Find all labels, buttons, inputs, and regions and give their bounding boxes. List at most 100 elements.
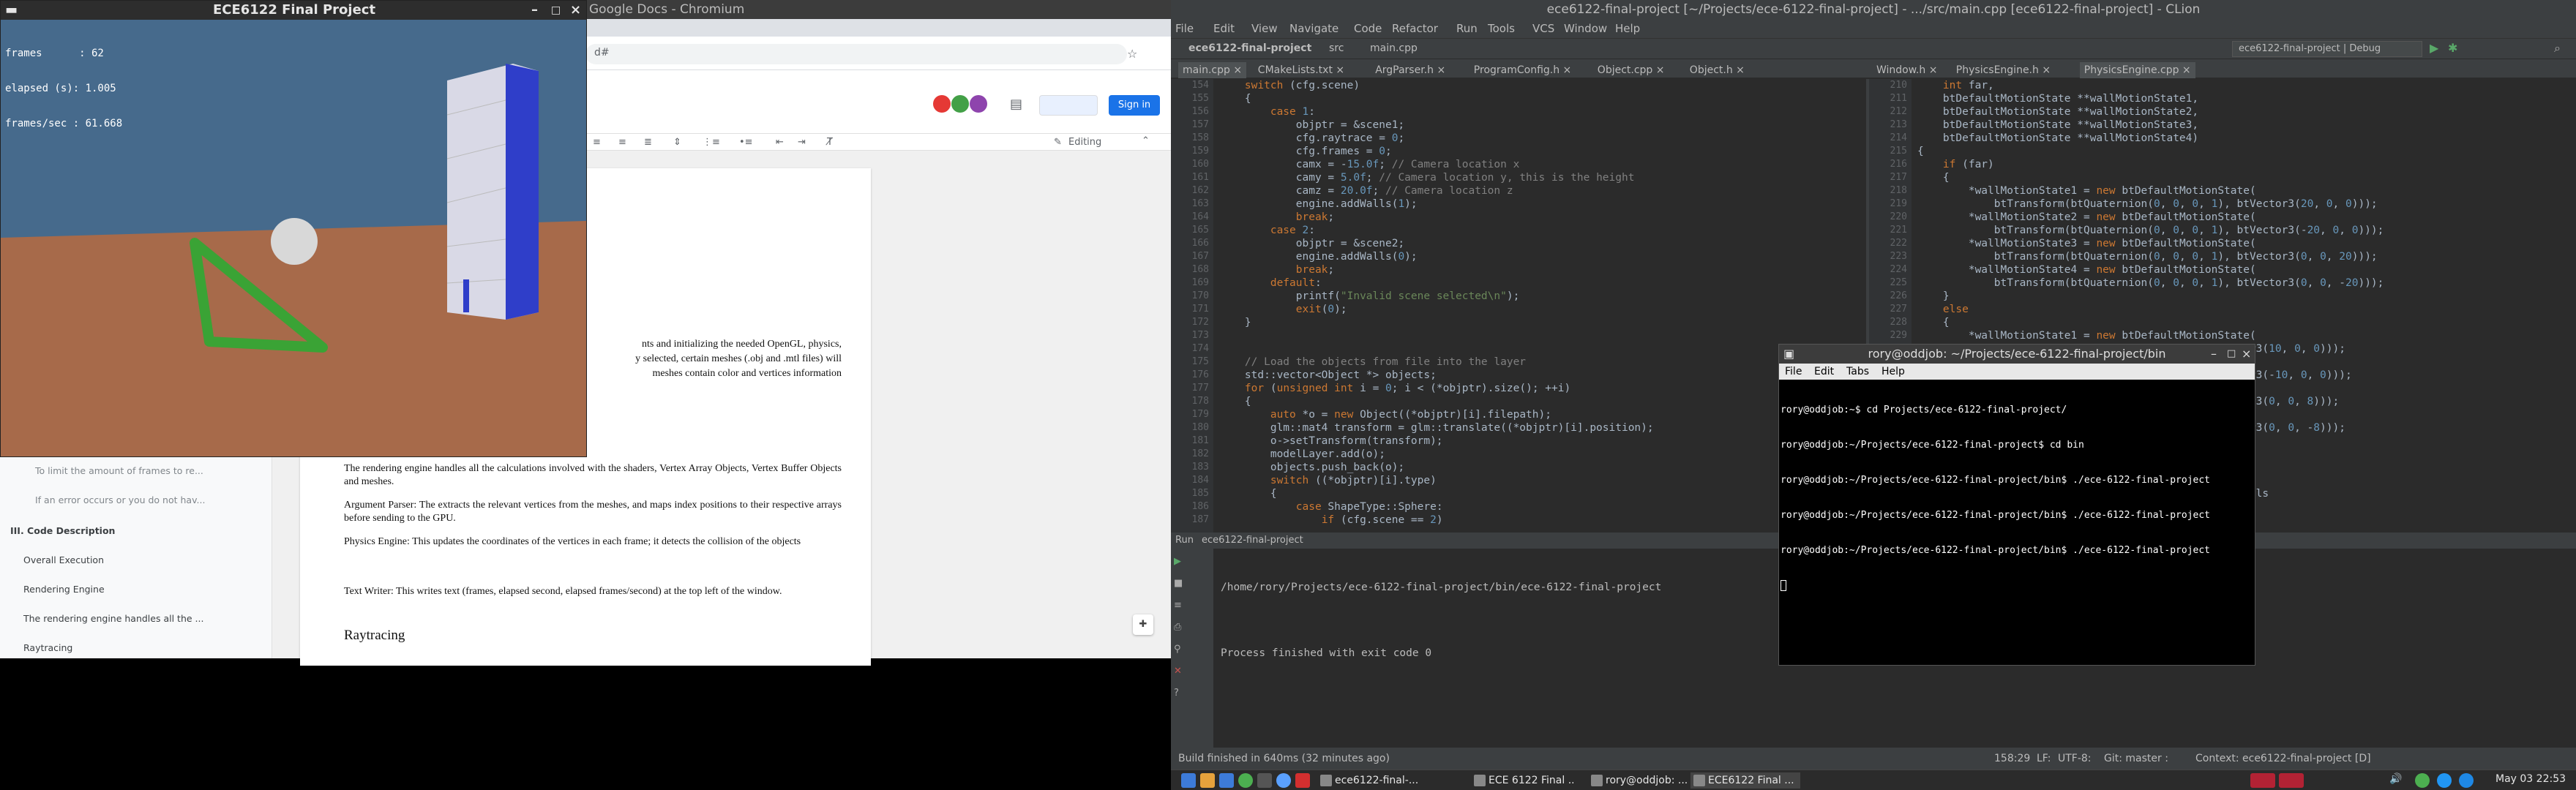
code-line[interactable]: switch (cfg.scene)	[1219, 79, 1863, 92]
tray-icon[interactable]	[2437, 773, 2452, 788]
code-area[interactable]: switch (cfg.scene) { case 1: objptr = &s…	[1219, 79, 1863, 527]
editor-tab[interactable]: ArgParser.h ×	[1375, 62, 1445, 78]
file-manager-icon[interactable]	[1200, 773, 1215, 788]
code-line[interactable]: objptr = &scene2;	[1219, 237, 1863, 250]
editor-tab[interactable]: CMakeLists.txt ×	[1258, 62, 1344, 78]
code-line[interactable]: btTransform(btQuaternion(0, 0, 0, 1), bt…	[1917, 250, 2569, 263]
code-line[interactable]: btDefaultMotionState **wallMotionState1,	[1917, 92, 2569, 105]
run-label[interactable]: Run	[1175, 535, 1194, 546]
code-line[interactable]: }	[1917, 290, 2569, 303]
outline-item[interactable]: The rendering engine handles all the ...	[23, 613, 296, 624]
breadcrumb-project[interactable]: ece6122-final-project	[1188, 42, 1311, 54]
terminal-menu-edit[interactable]: Edit	[1814, 364, 1834, 380]
rerun-icon[interactable]: ▶	[1174, 556, 1181, 567]
code-line[interactable]: if (cfg.scene == 2)	[1219, 514, 1863, 527]
code-line[interactable]: objects.push_back(o);	[1219, 461, 1863, 474]
task-game[interactable]: ECE6122 Final ...	[1690, 772, 1800, 789]
print-icon[interactable]: ⎙	[1174, 622, 1181, 633]
run-icon[interactable]: ▶	[2430, 41, 2438, 55]
align-icon[interactable]: ≡	[618, 137, 626, 148]
code-line[interactable]: break;	[1219, 211, 1863, 224]
avatar[interactable]	[970, 95, 987, 113]
desktop-icon[interactable]	[1219, 773, 1234, 788]
outline-item[interactable]: If an error occurs or you do not hav...	[35, 494, 307, 505]
code-line[interactable]: std::vector<Object *> objects;	[1219, 369, 1863, 382]
code-line[interactable]: }	[1219, 316, 1863, 329]
task-terminal[interactable]: rory@oddjob: ...	[1588, 772, 1690, 789]
align-icon[interactable]: ≡	[593, 137, 601, 148]
editing-mode[interactable]: Editing	[1068, 137, 1101, 148]
code-line[interactable]: *wallMotionState3 = new btDefaultMotionS…	[1917, 237, 2569, 250]
bullet-list-icon[interactable]: •≡	[739, 137, 753, 148]
editor-tab[interactable]: ProgramConfig.h ×	[1474, 62, 1572, 78]
code-line[interactable]: btDefaultMotionState **wallMotionState2,	[1917, 105, 2569, 118]
clear-format-icon[interactable]: T̸	[827, 137, 833, 148]
editor-left[interactable]: 154 155 156 157 158 159 160 161 162 163 164 165 166 1…	[1171, 79, 1866, 533]
code-line[interactable]: else	[1917, 303, 2569, 316]
flag-icon[interactable]	[2279, 773, 2304, 788]
code-line[interactable]: *wallMotionState4 = new btDefaultMotionS…	[1917, 263, 2569, 276]
search-icon[interactable]: ⌕	[2554, 41, 2561, 56]
outline-item[interactable]: To limit the amount of frames to re...	[35, 465, 307, 476]
code-line[interactable]: *wallMotionState1 = new btDefaultMotionS…	[1917, 329, 2569, 342]
help-icon[interactable]: ?	[1174, 688, 1179, 699]
avatar[interactable]	[933, 95, 951, 113]
code-line[interactable]: default:	[1219, 276, 1863, 290]
code-line[interactable]: modelLayer.add(o);	[1219, 448, 1863, 461]
editor-tab[interactable]: PhysicsEngine.cpp ×	[2079, 62, 2195, 78]
terminal-output[interactable]: rory@oddjob:~$ cd Projects/ece-6122-fina…	[1781, 381, 2253, 663]
clock[interactable]: May 03 22:53	[2496, 773, 2566, 785]
code-line[interactable]: camz = 20.0f; // Camera location z	[1219, 184, 1863, 198]
code-line[interactable]: break;	[1219, 263, 1863, 276]
code-line[interactable]: case 1:	[1219, 105, 1863, 118]
menu-tools[interactable]: Tools	[1488, 22, 1515, 35]
close-icon[interactable]: ×	[570, 1, 581, 20]
code-line[interactable]: engine.addWalls(0);	[1219, 250, 1863, 263]
menu-vcs[interactable]: VCS	[1532, 22, 1554, 35]
explore-icon[interactable]: ✚	[1133, 614, 1153, 635]
align-icon[interactable]: ≣	[644, 137, 652, 148]
close-icon[interactable]: ×	[2242, 345, 2251, 364]
close-run-icon[interactable]: ✕	[1174, 666, 1182, 677]
run-config-select[interactable]: ece6122-final-project | Debug	[2232, 41, 2422, 57]
code-line[interactable]: btTransform(btQuaternion(0, 0, 0, 1), bt…	[1917, 224, 2569, 237]
code-line[interactable]: *wallMotionState1 = new btDefaultMotionS…	[1917, 184, 2569, 198]
menu-file[interactable]: File	[1175, 22, 1194, 35]
terminal-menu-help[interactable]: Help	[1882, 364, 1905, 380]
context[interactable]: Context: ece6122-final-project [D]	[2195, 748, 2371, 770]
code-line[interactable]	[1219, 329, 1863, 342]
terminal-titlebar[interactable]: rory@oddjob: ~/Projects/ece-6122-final-p…	[1779, 345, 2255, 364]
bookmark-star-icon[interactable]: ☆	[1127, 47, 1137, 61]
code-line[interactable]: engine.addWalls(1);	[1219, 198, 1863, 211]
avatar[interactable]	[951, 95, 969, 113]
outline-item[interactable]: Overall Execution	[23, 554, 296, 565]
line-spacing-icon[interactable]: ⇕	[673, 137, 681, 148]
code-line[interactable]: cfg.frames = 0;	[1219, 145, 1863, 158]
editor-tab[interactable]: PhysicsEngine.h ×	[1956, 62, 2051, 78]
menu-view[interactable]: View	[1251, 22, 1278, 35]
code-line[interactable]: auto *o = new Object((*objptr)[i].filepa…	[1219, 408, 1863, 421]
code-line[interactable]: {	[1917, 145, 2569, 158]
code-line[interactable]: {	[1219, 395, 1863, 408]
numbered-list-icon[interactable]: ⋮≡	[703, 137, 720, 148]
chrome-icon[interactable]	[1238, 773, 1253, 788]
code-line[interactable]: *wallMotionState2 = new btDefaultMotionS…	[1917, 211, 2569, 224]
minimize-icon[interactable]: –	[531, 1, 538, 20]
code-line[interactable]: case 2:	[1219, 224, 1863, 237]
scroll-icon[interactable]: ≡	[1174, 600, 1182, 611]
maximize-icon[interactable]: □	[551, 1, 561, 20]
code-line[interactable]: {	[1917, 171, 2569, 184]
code-line[interactable]: btTransform(btQuaternion(0, 0, 0, 1), bt…	[1917, 276, 2569, 290]
indent-icon[interactable]: ⇤	[776, 137, 784, 148]
flag-icon[interactable]	[2250, 773, 2275, 788]
file-encoding[interactable]: UTF-8:	[2058, 748, 2092, 770]
outline-item[interactable]: Rendering Engine	[23, 584, 296, 595]
code-line[interactable]: for (unsigned int i = 0; i < (*objptr).s…	[1219, 382, 1863, 395]
code-line[interactable]: cfg.raytrace = 0;	[1219, 132, 1863, 145]
sign-in-button[interactable]: Sign in	[1109, 95, 1160, 116]
terminal-menu-file[interactable]: File	[1785, 364, 1802, 380]
hp-icon[interactable]	[2459, 773, 2474, 788]
menu-code[interactable]: Code	[1354, 22, 1382, 35]
tray-icon[interactable]	[2415, 773, 2430, 788]
debug-icon[interactable]: ✱	[2448, 41, 2457, 55]
